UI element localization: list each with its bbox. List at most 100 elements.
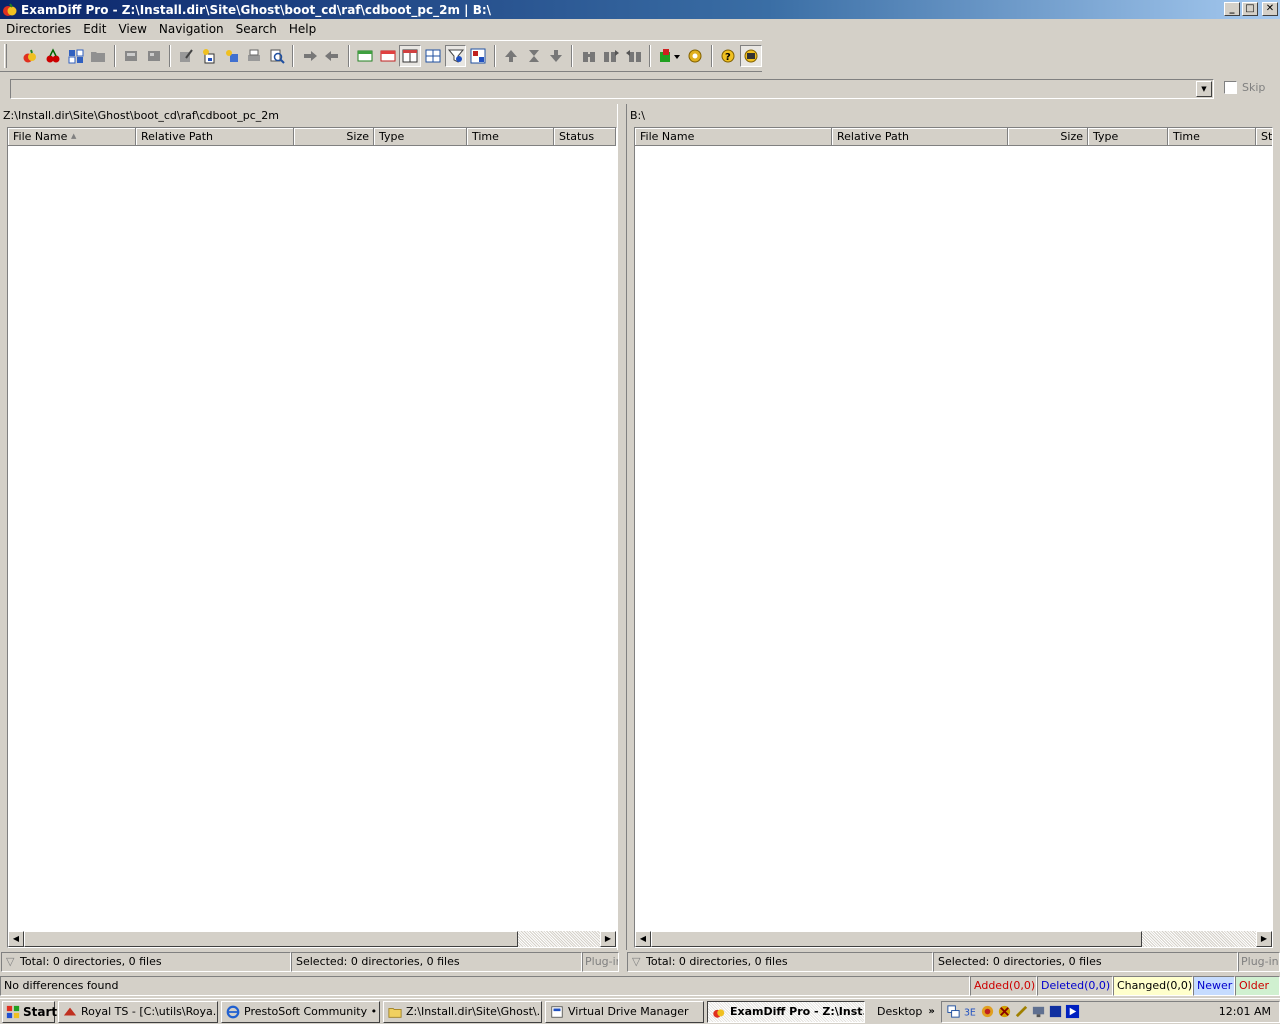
task-royal-ts[interactable]: Royal TS - [C:\utils\Roya... [58, 1000, 218, 1023]
task-examdiff-pro[interactable]: ExamDiff Pro - Z:\Inst... [707, 1000, 865, 1023]
toolbar-separator [113, 45, 116, 67]
grid-view-icon[interactable] [422, 45, 444, 67]
column-label: Relative Path [837, 130, 910, 143]
options-icon[interactable] [685, 45, 707, 67]
right-scroll-track[interactable] [1142, 931, 1256, 947]
right-col-time[interactable]: Time [1168, 128, 1256, 146]
plugin-icon[interactable] [656, 45, 684, 67]
compare-icon[interactable] [19, 45, 41, 67]
middle-icon[interactable] [523, 45, 545, 67]
right-col-size[interactable]: Size [1008, 128, 1088, 146]
clock[interactable]: 12:01 AM [1219, 1005, 1275, 1018]
chevron-down-icon[interactable]: ▼ [1196, 81, 1212, 97]
arrow-left-icon[interactable] [321, 45, 343, 67]
left-scroll-thumb[interactable] [24, 931, 518, 947]
save-icon[interactable] [120, 45, 142, 67]
toolbar-grip[interactable] [4, 44, 7, 68]
left-plugin-label[interactable]: Plug-in [582, 952, 619, 972]
cherries-icon[interactable] [42, 45, 64, 67]
left-scroll-track[interactable] [518, 931, 600, 947]
scroll-right-icon[interactable]: ▶ [1256, 931, 1272, 947]
right-col-file-name[interactable]: File Name [635, 128, 832, 146]
task-explorer-folder[interactable]: Z:\Install.dir\Site\Ghost\... [383, 1000, 542, 1023]
left-col-relative-path[interactable]: Relative Path [136, 128, 294, 146]
display-icon[interactable] [1048, 1004, 1063, 1019]
print-icon[interactable] [243, 45, 265, 67]
antivirus-icon[interactable] [980, 1004, 995, 1019]
split-view-icon[interactable] [399, 45, 422, 67]
menu-view[interactable]: View [112, 20, 152, 38]
new-file-icon[interactable] [198, 45, 220, 67]
tool-icon[interactable] [1014, 1004, 1029, 1019]
edit-icon[interactable] [175, 45, 197, 67]
left-col-time[interactable]: Time [467, 128, 554, 146]
language-icon[interactable]: 3E [963, 1004, 978, 1019]
down-icon[interactable] [545, 45, 567, 67]
left-col-size[interactable]: Size [294, 128, 374, 146]
right-scroll-thumb[interactable] [651, 931, 1142, 947]
svg-text:3E: 3E [964, 1007, 976, 1018]
scroll-left-icon[interactable]: ◀ [8, 931, 24, 947]
filter-icon[interactable] [444, 45, 467, 67]
chevron-right-icon[interactable]: » [928, 1006, 934, 1017]
examdiff-app-icon[interactable] [2, 2, 18, 18]
network-icon[interactable] [946, 1004, 961, 1019]
main-status-bar: No differences found Added(0,0) Deleted(… [0, 976, 1280, 996]
scroll-left-icon[interactable]: ◀ [635, 931, 651, 947]
left-col-status[interactable]: Status [554, 128, 616, 146]
right-col-status[interactable]: St [1256, 128, 1272, 146]
column-label: Relative Path [141, 130, 214, 143]
skip-label: Skip [1242, 81, 1266, 94]
skip-checkbox[interactable] [1224, 81, 1237, 94]
print-preview-icon[interactable] [266, 45, 288, 67]
binoculars-icon[interactable] [578, 45, 600, 67]
minimize-button[interactable]: _ [1224, 2, 1240, 16]
window-green-icon[interactable] [354, 45, 376, 67]
save-as-icon[interactable] [143, 45, 165, 67]
menu-edit[interactable]: Edit [77, 20, 112, 38]
filter-icon: ▽ [632, 955, 641, 968]
window-red-icon[interactable] [377, 45, 399, 67]
monitor-icon[interactable] [1031, 1004, 1046, 1019]
desktop-toolbar-label[interactable]: Desktop [877, 1005, 922, 1018]
up-icon[interactable] [500, 45, 522, 67]
left-col-file-name[interactable]: File Name ▲ [8, 128, 136, 146]
folder-icon[interactable] [87, 45, 109, 67]
stop-icon[interactable] [997, 1004, 1012, 1019]
menu-search[interactable]: Search [230, 20, 283, 38]
about-icon[interactable] [739, 45, 762, 67]
maximize-button[interactable]: □ [1242, 2, 1258, 16]
right-horizontal-scrollbar[interactable]: ◀ ▶ [635, 931, 1272, 947]
menu-directories[interactable]: Directories [0, 20, 77, 38]
pane-splitter[interactable] [617, 104, 627, 950]
right-plugin-label[interactable]: Plug-in [1238, 952, 1280, 972]
open-dirs-icon[interactable] [65, 45, 87, 67]
start-button[interactable]: Start [2, 1000, 57, 1023]
media-player-icon[interactable] [1065, 1004, 1080, 1019]
folder-icon [388, 1007, 402, 1018]
left-col-type[interactable]: Type [374, 128, 467, 146]
menu-help[interactable]: Help [283, 20, 322, 38]
arrow-right-icon[interactable] [299, 45, 321, 67]
task-prestosoft[interactable]: PrestoSoft Community • ... [221, 1000, 380, 1023]
left-file-list[interactable]: File Name ▲ Relative Path Size Type Time… [7, 127, 617, 948]
find-prev-icon[interactable] [623, 45, 645, 67]
menu-navigation[interactable]: Navigation [153, 20, 230, 38]
status-changed: Changed(0,0) [1113, 976, 1193, 996]
help-icon[interactable]: ? [717, 45, 739, 67]
right-col-relative-path[interactable]: Relative Path [832, 128, 1008, 146]
close-button[interactable]: ✕ [1262, 2, 1278, 16]
copy-icon[interactable] [221, 45, 243, 67]
filter-combo[interactable]: ▼ [10, 79, 1214, 99]
left-horizontal-scrollbar[interactable]: ◀ ▶ [8, 931, 616, 947]
column-label: File Name [640, 130, 695, 143]
right-file-list[interactable]: File Name Relative Path Size Type Time S… [634, 127, 1273, 948]
scroll-right-icon[interactable]: ▶ [600, 931, 616, 947]
view-toggle-icon[interactable] [467, 45, 489, 67]
task-virtual-drive-manager[interactable]: Virtual Drive Manager [545, 1000, 704, 1023]
right-status-total-text: Total: 0 directories, 0 files [646, 955, 788, 968]
svg-text:?: ? [725, 52, 731, 63]
drive-manager-icon [551, 1005, 563, 1018]
right-col-type[interactable]: Type [1088, 128, 1168, 146]
find-next-icon[interactable] [601, 45, 623, 67]
